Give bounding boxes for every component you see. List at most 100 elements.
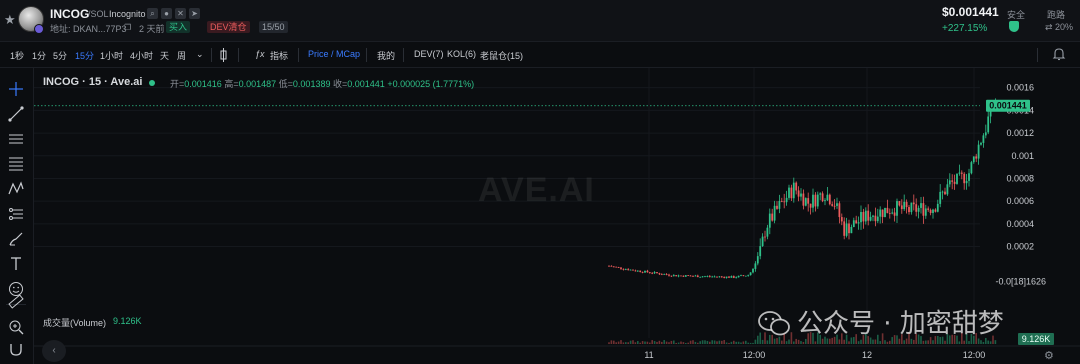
interval-1m[interactable]: 1分: [32, 49, 46, 62]
candle-body: [833, 205, 836, 207]
volume-bar: [613, 340, 615, 344]
volume-bar: [927, 340, 929, 344]
projection-icon[interactable]: [7, 205, 25, 223]
candle-body: [850, 227, 853, 234]
volume-bar: [661, 341, 663, 344]
interval-1s[interactable]: 1秒: [10, 49, 24, 62]
candle-body: [656, 272, 658, 274]
indicator-fx-icon[interactable]: ƒx: [255, 49, 265, 59]
volume-bar: [886, 341, 889, 344]
interval-15m[interactable]: 15分: [75, 49, 94, 62]
candle-body: [622, 268, 625, 270]
pattern-icon[interactable]: [7, 180, 25, 198]
candle-body: [814, 194, 817, 207]
volume-legend-label: 成交量(Volume): [43, 318, 107, 328]
candle-body: [812, 194, 814, 208]
y-tick-label: 0.001: [1011, 151, 1034, 161]
candle-body: [778, 200, 781, 209]
volume-bar: [884, 340, 886, 344]
interval-1w[interactable]: 周: [177, 49, 186, 62]
ruler-icon[interactable]: [7, 292, 25, 310]
y-tick-label: 0.0016: [1006, 83, 1034, 93]
interval-1h[interactable]: 1小时: [100, 49, 123, 62]
insider-trades-button[interactable]: 老鼠仓(15): [480, 49, 523, 62]
volume-bar: [646, 341, 649, 344]
candle-body: [934, 209, 937, 212]
zoom-in-icon[interactable]: [7, 318, 25, 336]
price-mcap-toggle[interactable]: Price / MCap: [308, 49, 360, 59]
interval-4h[interactable]: 4小时: [130, 49, 153, 62]
search-icon[interactable]: ⌕: [147, 8, 158, 19]
telegram-icon[interactable]: ➤: [189, 8, 200, 19]
collapse-panel-chevron-icon[interactable]: ‹: [42, 340, 66, 362]
crosshair-icon[interactable]: [7, 80, 25, 98]
my-trades-button[interactable]: 我的: [377, 49, 395, 62]
candle-body: [876, 216, 879, 222]
volume-bar: [857, 341, 860, 344]
volume-bar: [706, 340, 709, 344]
dev-trades-button[interactable]: DEV(7): [414, 49, 444, 59]
volume-bar: [872, 339, 874, 344]
candle-body: [860, 212, 862, 223]
twitter-icon[interactable]: ✕: [175, 8, 186, 19]
candle-body: [852, 220, 855, 228]
indicator-button[interactable]: 指标: [270, 49, 288, 62]
volume-bar: [704, 340, 706, 344]
interval-dropdown-chevron-icon[interactable]: ⌄: [196, 49, 204, 60]
candle-body: [987, 116, 990, 133]
volume-bar: [785, 341, 788, 344]
candle-body: [939, 191, 942, 204]
candle-body: [612, 266, 615, 268]
interval-1d[interactable]: 天: [160, 49, 169, 62]
kol-trades-button[interactable]: KOL(6): [447, 49, 476, 59]
candle-body: [824, 200, 826, 202]
volume-bar: [653, 341, 656, 344]
candle-body: [680, 275, 682, 277]
candle-body: [869, 216, 872, 221]
volume-bar: [622, 342, 625, 344]
volume-bar: [769, 334, 771, 344]
interval-5m[interactable]: 5分: [53, 49, 67, 62]
volume-bar: [716, 341, 718, 344]
live-status-dot: [149, 80, 155, 86]
volume-bar: [749, 342, 752, 344]
candle-body: [684, 275, 687, 277]
candle-body: [972, 156, 975, 163]
volume-bar: [797, 339, 800, 344]
header-icon-group: ⌕ ● ✕ ➤: [147, 8, 200, 19]
text-tool-icon[interactable]: [7, 255, 25, 273]
y-tick-label: 0.0006: [1006, 196, 1034, 206]
volume-bar: [665, 341, 668, 344]
candle-body: [836, 203, 838, 206]
candle-body: [826, 194, 829, 201]
volume-bar: [778, 336, 781, 344]
copy-icon[interactable]: ❐: [124, 23, 131, 32]
candle-body: [807, 198, 810, 204]
volume-bar: [629, 340, 632, 344]
candle-body: [862, 212, 865, 222]
candle-body: [653, 272, 656, 274]
volume-bar: [761, 339, 764, 344]
magnet-icon[interactable]: [7, 340, 25, 358]
contract-address: 地址: DKAN...77P3: [50, 24, 127, 34]
candle-body: [888, 213, 891, 214]
favorite-star-icon[interactable]: ★: [4, 12, 16, 28]
candle-body: [730, 276, 733, 278]
gear-icon[interactable]: ⚙: [1044, 349, 1054, 362]
candle-body: [718, 276, 721, 278]
alert-bell-icon[interactable]: [1052, 47, 1066, 61]
fibonacci-icon[interactable]: [7, 155, 25, 173]
volume-bar: [699, 341, 701, 344]
candle-body: [728, 276, 730, 278]
chart-toolbar: 1秒 1分 5分 15分 1小时 4小时 天 周 ⌄ ƒx 指标 Price /…: [0, 42, 1080, 68]
volume-bar: [615, 342, 617, 344]
candle-body: [624, 269, 627, 270]
social-icon[interactable]: ●: [161, 8, 172, 19]
trend-line-icon[interactable]: [7, 105, 25, 123]
candle-body: [848, 223, 850, 234]
brush-icon[interactable]: [7, 230, 25, 248]
candle-body: [752, 268, 754, 273]
candle-type-icon[interactable]: [220, 48, 227, 62]
horizontal-lines-icon[interactable]: [7, 130, 25, 148]
candle-body: [881, 209, 884, 218]
